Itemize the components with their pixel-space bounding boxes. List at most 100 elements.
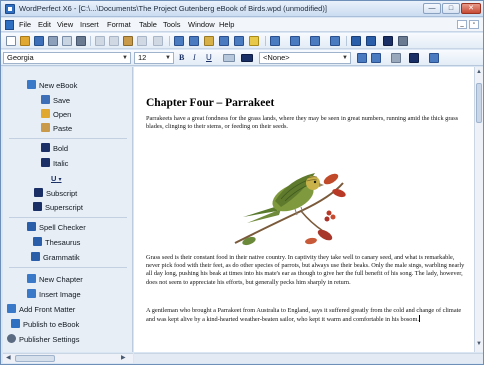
style-select[interactable]: <None> ▼ bbox=[259, 52, 351, 64]
scroll-left-icon[interactable]: ◀ bbox=[6, 354, 11, 361]
sidebar-item-label: New Chapter bbox=[39, 275, 83, 284]
new-document-icon[interactable] bbox=[6, 36, 16, 46]
highlight-color-icon[interactable] bbox=[223, 54, 235, 62]
print-preview-icon[interactable] bbox=[62, 36, 72, 46]
outline-icon[interactable] bbox=[391, 53, 401, 63]
menu-format[interactable]: Format bbox=[107, 20, 131, 29]
sidebar-item-label: Add Front Matter bbox=[19, 305, 76, 314]
sidebar-item-insert-image[interactable]: Insert Image bbox=[27, 288, 81, 301]
bold-button[interactable]: B bbox=[179, 53, 184, 63]
highlight-icon[interactable] bbox=[249, 36, 259, 46]
font-name-select[interactable]: Georgia ▼ bbox=[3, 52, 131, 64]
document-page[interactable]: Chapter Four – Parrakeet Parrakeets have… bbox=[134, 67, 474, 352]
horizontal-scroll-thumb[interactable] bbox=[15, 355, 55, 362]
cut-icon[interactable] bbox=[95, 36, 105, 46]
vertical-scrollbar[interactable]: ▲ ▼ bbox=[474, 67, 483, 352]
berry-shape bbox=[324, 216, 330, 222]
leaf-shape bbox=[332, 188, 346, 198]
save-all-icon[interactable] bbox=[48, 36, 58, 46]
justification-icon[interactable] bbox=[357, 53, 367, 63]
paragraph-3-text: A gentleman who brought a Parrakeet from… bbox=[146, 307, 462, 324]
parrakeet-illustration[interactable] bbox=[231, 153, 347, 251]
scroll-right-icon[interactable]: ▶ bbox=[121, 354, 126, 361]
sidebar-item-label: New eBook bbox=[39, 81, 78, 90]
menu-window[interactable]: Window bbox=[188, 20, 215, 29]
sidebar-item-new-chapter[interactable]: New Chapter bbox=[27, 273, 83, 286]
font-size-select[interactable]: 12 ▼ bbox=[134, 52, 174, 64]
open-folder-icon[interactable] bbox=[20, 36, 30, 46]
numbering-icon[interactable] bbox=[290, 36, 300, 46]
document-icon[interactable] bbox=[5, 20, 14, 30]
save-icon[interactable] bbox=[34, 36, 44, 46]
zoom-icon[interactable] bbox=[366, 36, 376, 46]
hyperlink-icon[interactable] bbox=[174, 36, 184, 46]
sidebar-item-paste[interactable]: Paste bbox=[41, 122, 72, 135]
columns-icon[interactable] bbox=[310, 36, 320, 46]
berry-shape bbox=[326, 210, 332, 216]
table-icon[interactable] bbox=[330, 36, 340, 46]
window-title: WordPerfect X6 - [C:\...\Documents\The P… bbox=[19, 4, 327, 13]
scroll-down-icon[interactable]: ▼ bbox=[475, 341, 483, 350]
sidebar-item-label: Publish to eBook bbox=[23, 320, 80, 329]
undo-icon[interactable] bbox=[137, 36, 147, 46]
text-box-icon[interactable] bbox=[234, 36, 244, 46]
close-button[interactable]: ✕ bbox=[461, 3, 481, 14]
minimize-button[interactable]: — bbox=[423, 3, 441, 14]
italic-button[interactable]: I bbox=[193, 53, 196, 63]
sidebar-item-underline[interactable]: U ▾ bbox=[51, 172, 62, 185]
print-icon[interactable] bbox=[76, 36, 86, 46]
menu-view[interactable]: View bbox=[57, 20, 73, 29]
document-minimize-button[interactable]: _ bbox=[457, 20, 467, 29]
paste-icon[interactable] bbox=[123, 36, 133, 46]
fill-color-icon[interactable] bbox=[409, 53, 419, 63]
font-size-value: 12 bbox=[138, 53, 147, 62]
sidebar-item-bold[interactable]: Bold bbox=[41, 142, 68, 155]
sidebar-item-label: Bold bbox=[53, 144, 69, 153]
line-spacing-icon[interactable] bbox=[371, 53, 381, 63]
title-bar: WordPerfect X6 - [C:\...\Documents\The P… bbox=[1, 1, 483, 17]
wordperfect-app-icon[interactable] bbox=[5, 4, 15, 14]
sidebar-item-add-front-matter[interactable]: Add Front Matter bbox=[7, 303, 75, 316]
underline-button[interactable]: U bbox=[206, 53, 212, 63]
menu-file[interactable]: File bbox=[19, 20, 31, 29]
chevron-down-icon: ▼ bbox=[122, 55, 128, 61]
redo-icon[interactable] bbox=[153, 36, 163, 46]
maximize-button[interactable]: □ bbox=[442, 3, 460, 14]
symbols-icon[interactable] bbox=[429, 53, 439, 63]
image-icon[interactable] bbox=[204, 36, 214, 46]
menu-insert[interactable]: Insert bbox=[80, 20, 99, 29]
sidebar-item-thesaurus[interactable]: Thesaurus bbox=[33, 236, 80, 249]
sidebar-item-italic[interactable]: Italic bbox=[41, 157, 68, 170]
sidebar-item-subscript[interactable]: Subscript bbox=[34, 187, 77, 200]
menu-tools[interactable]: Tools bbox=[163, 20, 181, 29]
menu-help[interactable]: Help bbox=[219, 20, 234, 29]
draw-icon[interactable] bbox=[189, 36, 199, 46]
bold-icon bbox=[41, 143, 50, 152]
reveal-codes-icon[interactable] bbox=[398, 36, 408, 46]
line-icon[interactable] bbox=[219, 36, 229, 46]
sidebar-item-grammatik[interactable]: Grammatik bbox=[31, 251, 80, 264]
sidebar-horizontal-scrollbar[interactable]: ◀ ▶ bbox=[3, 353, 133, 363]
sidebar-item-open[interactable]: Open bbox=[41, 108, 71, 121]
sidebar-item-publisher-settings[interactable]: Publisher Settings bbox=[7, 333, 79, 346]
scroll-up-icon[interactable]: ▲ bbox=[475, 69, 483, 78]
property-bar: Georgia ▼ 12 ▼ B I U <None> ▼ bbox=[1, 50, 483, 66]
document-area[interactable]: Chapter Four – Parrakeet Parrakeets have… bbox=[134, 67, 474, 352]
copy-icon[interactable] bbox=[109, 36, 119, 46]
save-icon bbox=[41, 95, 50, 104]
font-color-icon[interactable] bbox=[241, 54, 253, 62]
spell-check-icon[interactable] bbox=[351, 36, 361, 46]
menu-edit[interactable]: Edit bbox=[38, 20, 51, 29]
sidebar-item-publish-to-ebook[interactable]: Publish to eBook bbox=[11, 318, 79, 331]
sidebar-item-superscript[interactable]: Superscript bbox=[33, 201, 83, 214]
sidebar-item-spell-checker[interactable]: Spell Checker bbox=[27, 221, 86, 234]
bullets-icon[interactable] bbox=[270, 36, 280, 46]
vertical-scroll-thumb[interactable] bbox=[476, 83, 482, 123]
main-toolbar bbox=[1, 33, 483, 49]
sidebar-item-new-ebook[interactable]: New eBook bbox=[27, 79, 77, 92]
shadow-cursor-icon[interactable] bbox=[383, 36, 393, 46]
menu-table[interactable]: Table bbox=[139, 20, 157, 29]
sidebar-item-save[interactable]: Save bbox=[41, 94, 70, 107]
add-front-matter-icon bbox=[7, 304, 16, 313]
document-restore-button[interactable]: ▫ bbox=[469, 20, 479, 29]
